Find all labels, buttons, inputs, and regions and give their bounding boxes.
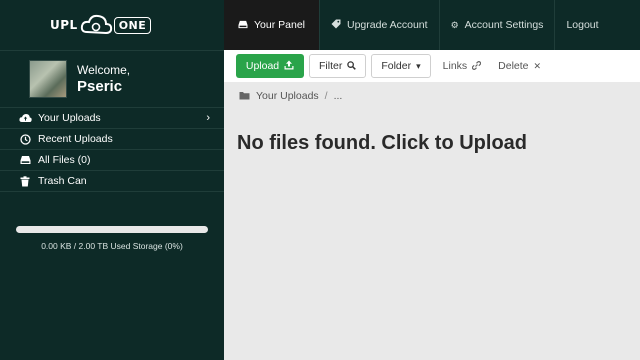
- empty-state-message[interactable]: No files found. Click to Upload: [224, 132, 640, 155]
- folder-dropdown[interactable]: Folder ▾: [371, 54, 431, 78]
- tab-label: Logout: [566, 19, 599, 31]
- sidebar-item-label: Recent Uploads: [38, 133, 113, 145]
- clock-icon: [18, 133, 32, 145]
- tab-your-panel[interactable]: Your Panel: [224, 0, 319, 50]
- tag-icon: [331, 19, 341, 31]
- caret-down-icon: ▾: [416, 60, 421, 71]
- cloud-upload-icon: [18, 113, 32, 123]
- brand-logo: UPL ONE: [50, 12, 152, 38]
- filter-button[interactable]: Filter: [309, 54, 367, 78]
- breadcrumb-separator: /: [324, 90, 328, 102]
- upload-label: Upload: [245, 60, 280, 72]
- logo-text-right: ONE: [113, 16, 152, 34]
- sidebar-item-all-files[interactable]: All Files (0): [0, 150, 224, 171]
- tab-label: Upgrade Account: [347, 19, 428, 31]
- breadcrumb-more[interactable]: ...: [334, 90, 343, 102]
- storage-meter: 0.00 KB / 2.00 TB Used Storage (0%): [16, 226, 208, 251]
- top-nav: Your Panel Upgrade Account ⚙ Account Set…: [224, 0, 640, 50]
- search-icon: [347, 60, 357, 72]
- breadcrumb-root[interactable]: Your Uploads: [256, 90, 319, 102]
- sidebar: UPL ONE Welcome, Pseric Your Uploads › R…: [0, 0, 224, 360]
- username: Pseric: [77, 78, 123, 95]
- storage-bar: [16, 226, 208, 233]
- trash-icon: [18, 175, 32, 187]
- tab-label: Account Settings: [464, 19, 544, 31]
- sidebar-item-trash-can[interactable]: Trash Can: [0, 171, 224, 192]
- logo-text-left: UPL: [50, 18, 78, 32]
- folder-label: Folder: [381, 60, 412, 72]
- sidebar-item-label: Your Uploads: [38, 112, 101, 124]
- links-button[interactable]: Links: [436, 54, 489, 78]
- drive-icon: [18, 155, 32, 165]
- upload-button[interactable]: Upload: [236, 54, 304, 78]
- logo[interactable]: UPL ONE: [0, 0, 224, 50]
- delete-button[interactable]: Delete ✕: [491, 54, 548, 78]
- user-panel: Welcome, Pseric: [0, 50, 224, 108]
- links-label: Links: [442, 60, 468, 72]
- tab-label: Your Panel: [254, 19, 305, 31]
- upload-icon: [284, 60, 294, 72]
- sidebar-item-your-uploads[interactable]: Your Uploads ›: [0, 108, 224, 129]
- sidebar-item-label: Trash Can: [38, 175, 87, 187]
- sidebar-item-label: All Files (0): [38, 154, 91, 166]
- storage-text: 0.00 KB / 2.00 TB Used Storage (0%): [41, 241, 183, 251]
- avatar[interactable]: [29, 60, 67, 98]
- tab-account-settings[interactable]: ⚙ Account Settings: [438, 0, 555, 50]
- sidebar-item-recent-uploads[interactable]: Recent Uploads: [0, 129, 224, 150]
- cloud-logo-icon: [80, 14, 112, 35]
- delete-label: Delete: [498, 60, 529, 72]
- toolbar: Upload Filter Folder ▾ Links Delete ✕: [224, 50, 640, 82]
- main-content: Your Uploads / ... No files found. Click…: [224, 82, 640, 360]
- gear-icon: ⚙: [450, 19, 459, 30]
- drive-icon: [238, 20, 248, 31]
- link-icon: [471, 60, 482, 72]
- filter-label: Filter: [319, 60, 343, 72]
- welcome-text: Welcome,: [77, 63, 131, 77]
- tab-logout[interactable]: Logout: [554, 0, 609, 50]
- chevron-right-icon: ›: [206, 112, 210, 124]
- tab-upgrade-account[interactable]: Upgrade Account: [319, 0, 439, 50]
- close-icon: ✕: [533, 60, 542, 71]
- folder-icon: [239, 91, 250, 102]
- breadcrumb: Your Uploads / ...: [224, 82, 640, 110]
